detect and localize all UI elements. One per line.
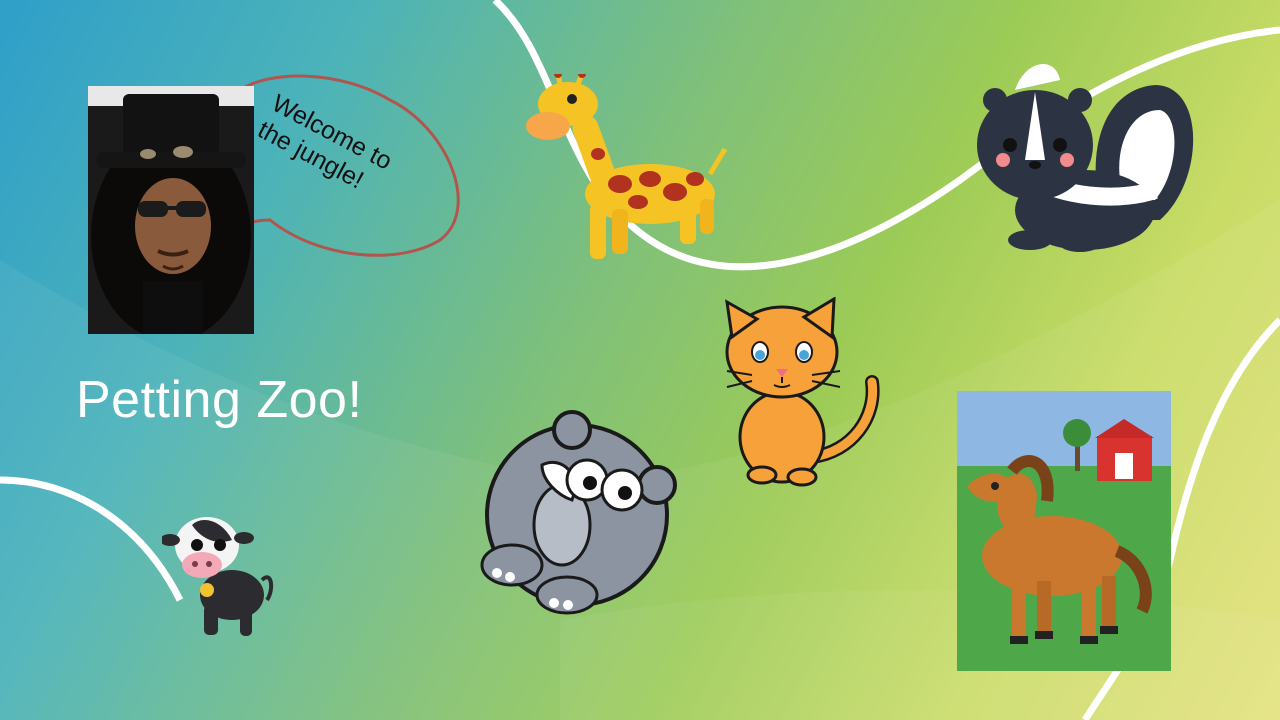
cow-illustration (162, 517, 274, 636)
horse-drawing (957, 391, 1171, 671)
slide: Welcome to the jungle! Petting Zoo! (0, 0, 1280, 720)
giraffe-illustration (526, 74, 728, 259)
page-title: Petting Zoo! (76, 371, 363, 429)
rhino-illustration (480, 410, 677, 615)
skunk-illustration (977, 63, 1194, 252)
cat-illustration (725, 297, 880, 487)
portrait-photo (88, 86, 254, 334)
